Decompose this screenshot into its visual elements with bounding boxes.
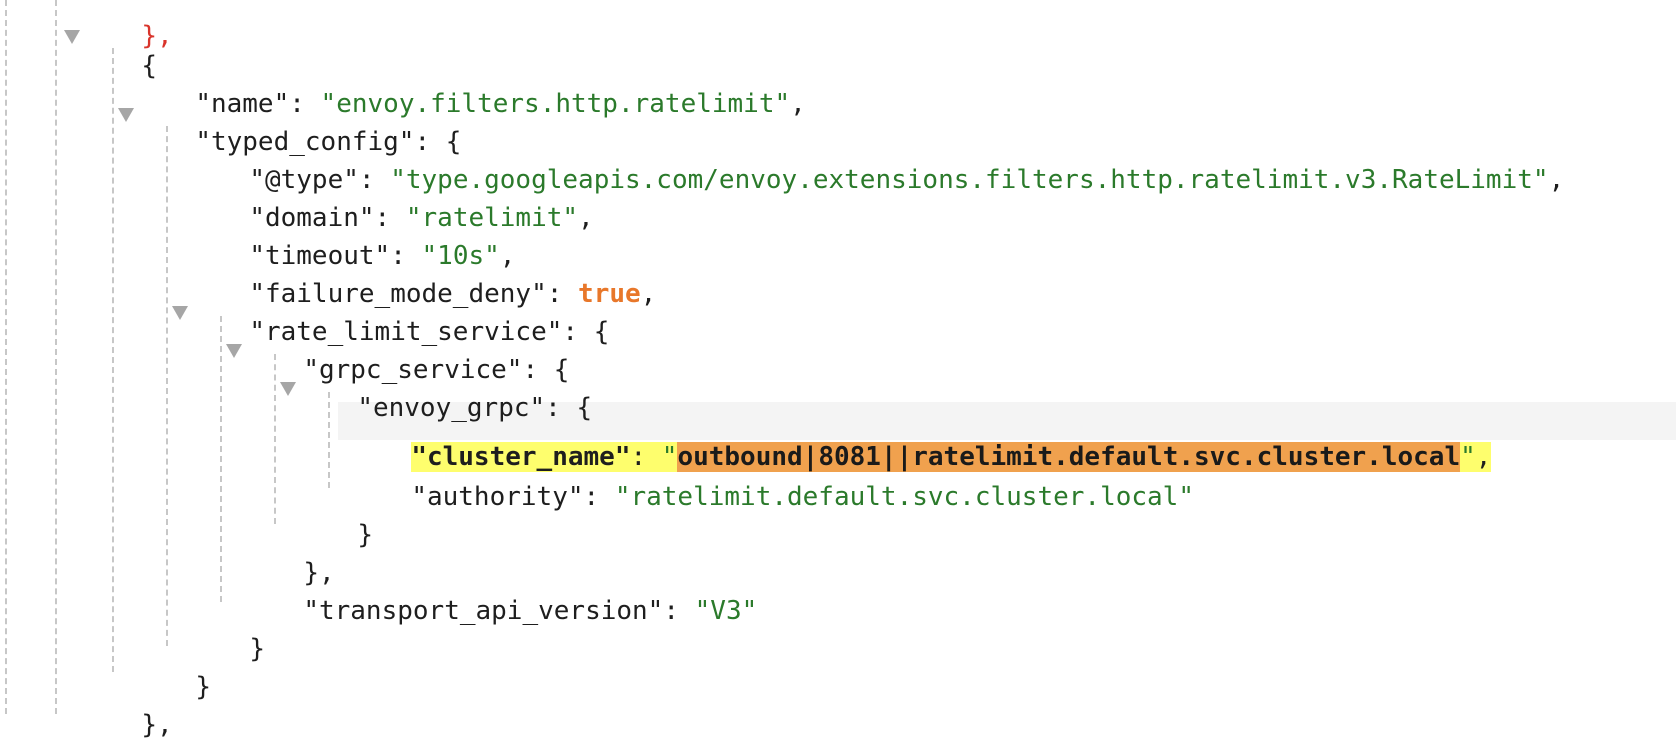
open-brace: { (593, 317, 610, 347)
indent-guide-level-1 (55, 0, 57, 714)
typed-config-close-line: } (164, 633, 211, 702)
comma: , (578, 203, 594, 233)
colon: : (663, 596, 695, 626)
close-brace: } (249, 634, 265, 664)
grpc-service-close-line: }, (272, 519, 334, 588)
authority-key: "authority" (411, 482, 584, 512)
indent-guide-filter (112, 48, 114, 672)
timeout-line: "timeout": "10s", (218, 202, 515, 271)
transport-api-version-key: "transport_api_version" (303, 596, 664, 626)
close-brace: } (195, 672, 211, 702)
rate-limit-service-close-line: } (218, 595, 265, 664)
filter-close-brace: }, (141, 710, 173, 740)
filter-open-line: { (110, 12, 157, 81)
collapse-arrow-icon[interactable] (118, 108, 134, 122)
authority-line: "authority": "ratelimit.default.svc.clus… (380, 443, 1194, 512)
comma: , (790, 89, 806, 119)
indent-guide-rate-limit-service (220, 316, 222, 602)
envoy-grpc-line: "envoy_grpc": { (326, 354, 592, 423)
collapse-arrow-icon[interactable] (64, 30, 80, 44)
authority-value: "ratelimit.default.svc.cluster.local" (614, 482, 1194, 512)
rate-limit-service-line: "rate_limit_service": { (218, 278, 609, 347)
typed-config-line: "typed_config": { (164, 88, 461, 157)
filter-open-brace: { (141, 51, 157, 81)
quote: " (1460, 442, 1476, 472)
cluster-name-line: "cluster_name": "outbound|8081||ratelimi… (380, 403, 1492, 472)
transport-api-version-value: "V3" (694, 596, 758, 626)
envoy-grpc-close-line: } (326, 481, 373, 550)
indent-guide-typed-config (166, 126, 168, 646)
collapse-arrow-icon[interactable] (172, 306, 188, 320)
comma: , (1548, 165, 1565, 195)
colon: : (583, 482, 615, 512)
close-brace: } (357, 520, 373, 550)
comma: , (1475, 442, 1492, 472)
grpc-service-line: "grpc_service": { (272, 316, 569, 385)
filter-close-line: }, (110, 671, 172, 740)
domain-line: "domain": "ratelimit", (218, 164, 593, 233)
indent-guide-root (5, 0, 7, 714)
name-line: "name": "envoy.filters.http.ratelimit", (164, 50, 806, 119)
transport-api-version-line: "transport_api_version": "V3" (272, 557, 757, 626)
comma: , (640, 279, 657, 309)
failure-mode-line: "failure_mode_deny": true, (218, 240, 656, 309)
type-line: "@type": "type.googleapis.com/envoy.exte… (218, 126, 1564, 195)
